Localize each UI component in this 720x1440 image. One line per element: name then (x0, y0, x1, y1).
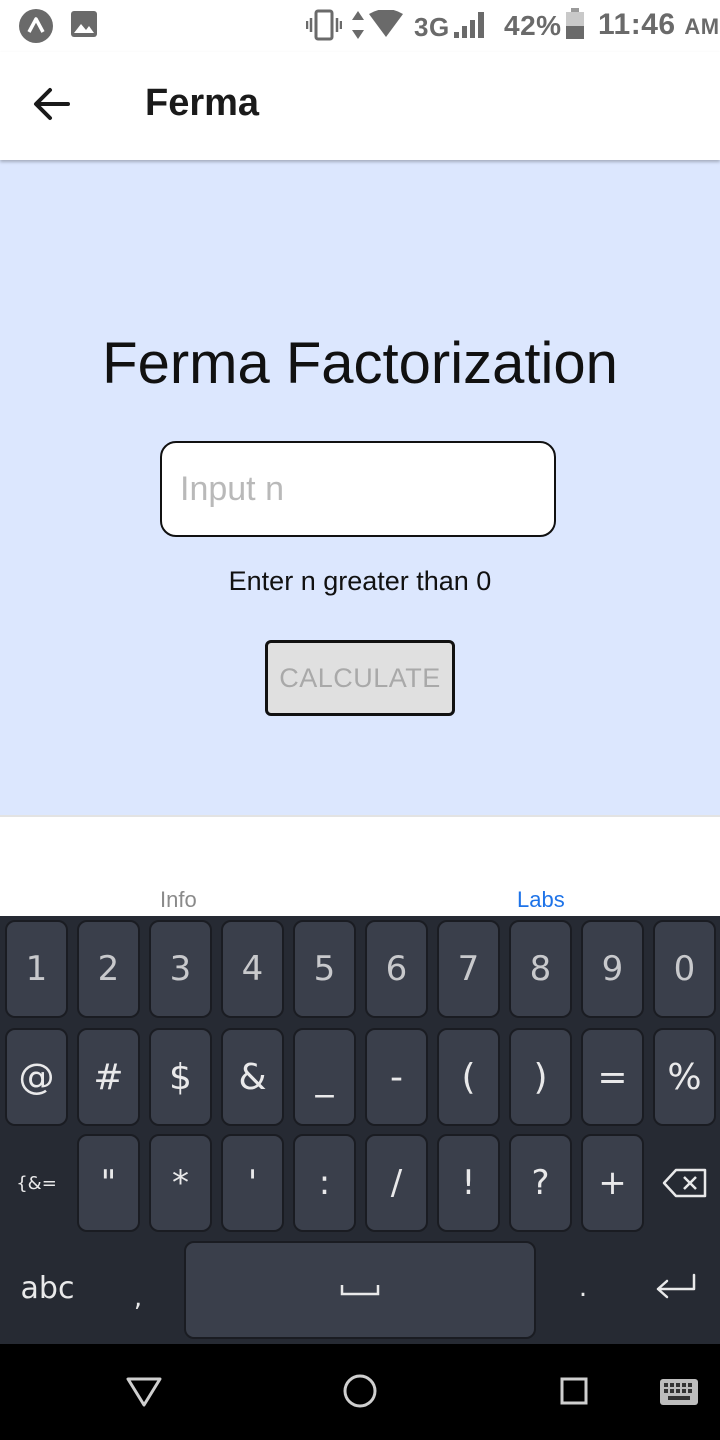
key-equals[interactable]: = (581, 1028, 644, 1126)
vibrate-icon (306, 9, 342, 41)
battery-icon (566, 8, 584, 39)
key-3[interactable]: 3 (149, 920, 212, 1018)
tab-info[interactable]: Info (160, 887, 197, 913)
nav-back-icon[interactable] (124, 1374, 164, 1414)
key-4[interactable]: 4 (221, 920, 284, 1018)
backspace-key[interactable] (653, 1134, 716, 1232)
network-type: 3G (414, 12, 450, 42)
key-single-quote[interactable]: ' (221, 1134, 284, 1232)
key-exclamation[interactable]: ! (437, 1134, 500, 1232)
bottom-tab-bar: Info Labs (0, 815, 720, 916)
key-at[interactable]: @ (5, 1028, 68, 1126)
app-bar: Ferma (0, 52, 720, 160)
wifi-icon (369, 10, 403, 37)
main-content: Ferma Factorization Enter n greater than… (0, 160, 720, 815)
app-notification-icon (19, 9, 53, 43)
backspace-icon (662, 1168, 706, 1198)
key-colon[interactable]: : (293, 1134, 356, 1232)
data-arrows-icon (352, 11, 364, 39)
calculate-button[interactable]: CALCULATE (265, 640, 455, 716)
key-2[interactable]: 2 (77, 920, 140, 1018)
key-open-paren[interactable]: ( (437, 1028, 500, 1126)
back-button[interactable] (28, 80, 76, 128)
enter-key[interactable] (640, 1240, 710, 1336)
key-close-paren[interactable]: ) (509, 1028, 572, 1126)
key-1[interactable]: 1 (5, 920, 68, 1018)
key-period[interactable]: . (553, 1240, 613, 1336)
key-abc[interactable]: abc (5, 1240, 90, 1336)
key-comma[interactable]: , (108, 1240, 168, 1336)
clock: 11:46 AM (598, 8, 720, 41)
key-5[interactable]: 5 (293, 920, 356, 1018)
key-9[interactable]: 9 (581, 920, 644, 1018)
key-hyphen[interactable]: - (365, 1028, 428, 1126)
key-question[interactable]: ? (509, 1134, 572, 1232)
soft-keyboard: 1 2 3 4 5 6 7 8 9 0 @ # $ & _ - ( ) = % … (0, 916, 720, 1344)
key-plus[interactable]: + (581, 1134, 644, 1232)
tab-labs[interactable]: Labs (517, 887, 565, 913)
key-dollar[interactable]: $ (149, 1028, 212, 1126)
keyboard-switch-icon[interactable] (659, 1378, 699, 1418)
key-slash[interactable]: / (365, 1134, 428, 1232)
arrow-left-icon (34, 88, 70, 120)
key-0[interactable]: 0 (653, 920, 716, 1018)
key-more-symbols[interactable]: {&= (5, 1134, 68, 1232)
key-ampersand[interactable]: & (221, 1028, 284, 1126)
status-bar: 3G 42% 11:46 AM (0, 0, 720, 52)
enter-icon (656, 1273, 696, 1299)
key-percent[interactable]: % (653, 1028, 716, 1126)
key-6[interactable]: 6 (365, 920, 428, 1018)
page-heading: Ferma Factorization (102, 331, 618, 396)
key-7[interactable]: 7 (437, 920, 500, 1018)
space-bar-icon (340, 1285, 380, 1296)
key-underscore[interactable]: _ (293, 1028, 356, 1126)
key-double-quote[interactable]: " (77, 1134, 140, 1232)
key-8[interactable]: 8 (509, 920, 572, 1018)
nav-home-icon[interactable] (340, 1371, 380, 1411)
app-title: Ferma (145, 82, 260, 124)
nav-recents-icon[interactable] (557, 1374, 597, 1414)
input-hint: Enter n greater than 0 (228, 566, 492, 596)
space-key[interactable] (184, 1241, 536, 1339)
n-input[interactable] (160, 441, 556, 537)
system-nav-bar (0, 1344, 720, 1440)
image-notification-icon (71, 11, 97, 37)
battery-percent: 42% (504, 10, 562, 41)
cell-signal-icon (454, 12, 484, 38)
key-asterisk[interactable]: * (149, 1134, 212, 1232)
key-hash[interactable]: # (77, 1028, 140, 1126)
